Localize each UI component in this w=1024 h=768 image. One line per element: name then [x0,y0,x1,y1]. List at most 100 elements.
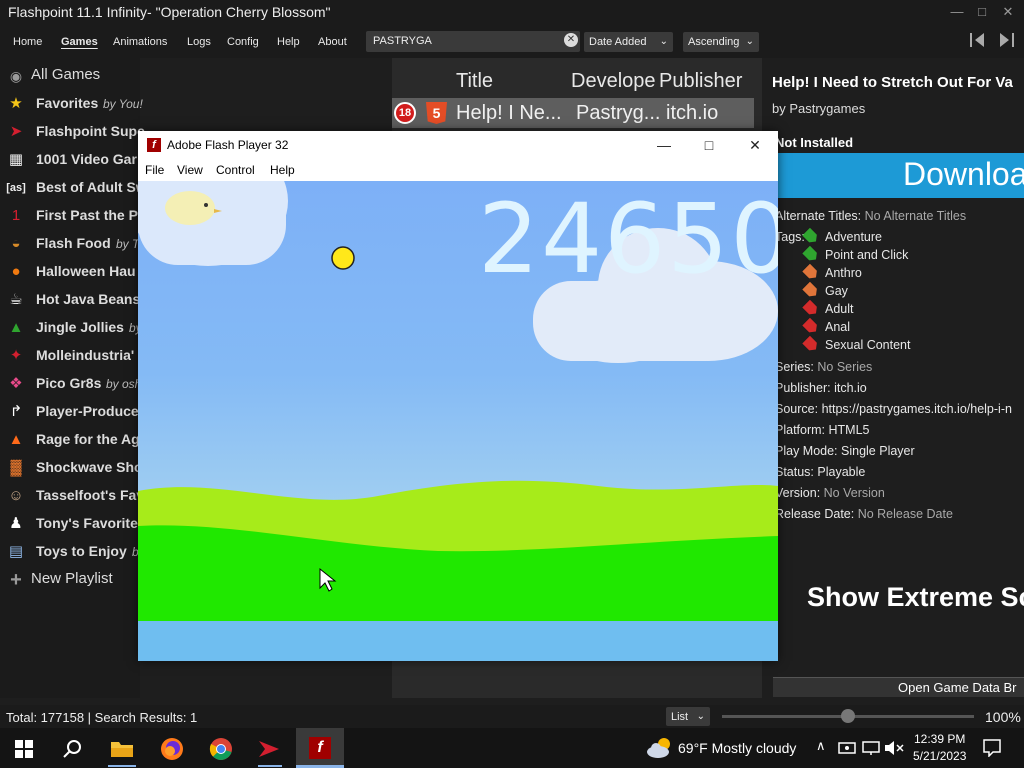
close-button[interactable]: ✕ [996,2,1020,22]
tag-label: Sexual Content [825,338,911,352]
sort-order-select[interactable]: Ascending ⌄ [683,32,759,52]
flashpoint-launcher-icon[interactable] [257,737,281,761]
column-publisher[interactable]: Publisher [659,70,744,93]
menu-games[interactable]: Games [61,36,98,48]
all-games-item[interactable]: ◉ All Games [0,62,400,90]
playlist-name: Jingle Jollies [36,319,124,335]
alternate-titles: Alternate Titles: No Alternate Titles [775,209,966,223]
detail-field: Publisher: itch.io [775,381,867,395]
playlist-name: Tony's Favorites [36,515,146,531]
weather-cloud-icon[interactable] [646,736,674,760]
tag-label: Gay [825,284,848,298]
download-button-label: Downloa [903,156,1024,192]
tags-label: Tags: [775,230,805,244]
view-mode-select[interactable]: List ⌄ [666,707,710,726]
file-explorer-icon[interactable] [110,738,134,758]
html5-icon: 5 [426,102,447,124]
detail-field-value: No Series [817,360,873,374]
pumpkin-icon: ● [11,263,21,280]
detail-field-label: Release Date: [775,507,855,521]
clear-search-icon[interactable]: ✕ [564,33,578,47]
windows-start-icon[interactable] [15,740,33,758]
detail-field: Release Date: No Release Date [775,507,953,521]
zoom-slider-handle[interactable] [841,709,855,723]
tag-label: Anal [825,320,851,334]
clock-time[interactable]: 12:39 PM [914,732,965,746]
alternate-titles-label: Alternate Titles: [775,209,862,223]
new-playlist-label: New Playlist [31,570,113,587]
chevron-down-icon: ⌄ [659,36,668,47]
detail-field: Platform: HTML5 [775,423,869,437]
column-developer[interactable]: Develope [571,70,657,93]
tree-icon: ▲ [8,319,24,336]
minimize-button[interactable]: — [945,2,969,22]
search-input-value: PASTRYGA [373,35,432,47]
detail-field-value: itch.io [834,381,867,395]
flash-menu-help[interactable]: Help [270,163,295,177]
firefox-icon[interactable] [160,737,184,761]
monitor-icon[interactable] [862,740,880,756]
detail-title: Help! I Need to Stretch Out For Va [772,74,1013,91]
tag-label: Adventure [825,230,882,244]
menu-animations[interactable]: Animations [113,36,167,48]
row-publisher: itch.io [666,102,719,124]
menu-help[interactable]: Help [277,36,300,48]
flashpoint-active-indicator [258,765,282,767]
coin-icon [331,246,355,270]
menu-config[interactable]: Config [227,36,259,48]
playlist-name: First Past the Po [36,207,147,223]
status-text: Total: 177158 | Search Results: 1 [6,710,198,725]
menu-about[interactable]: About [318,36,347,48]
flash-menu-control[interactable]: Control [216,163,255,177]
column-title[interactable]: Title [456,70,561,93]
flash-minimize-button[interactable]: — [650,134,678,156]
show-extreme-screenshots-label[interactable]: Show Extreme Sc [807,582,1024,613]
score-display: 24650 [478,183,778,295]
playlist-name: Toys to Enjoy [36,543,127,559]
detail-field: Source: https://pastrygames.itch.io/help… [775,402,1012,416]
detail-field-value: Single Player [841,444,915,458]
row-title: Help! I Ne... [456,102,562,124]
water [138,621,778,661]
detail-field-label: Platform: [775,423,826,437]
detail-field-value: https://pastrygames.itch.io/help-i-n [821,402,1012,416]
explorer-active-indicator [108,765,136,767]
as-logo-icon: [as] [6,182,26,194]
silhouette-icon: ♟ [9,515,23,532]
flash-close-button[interactable]: ✕ [741,134,769,156]
network-drive-icon[interactable] [838,740,856,756]
flashpoint-logo-icon: ➤ [9,123,23,140]
detail-field-label: Series: [775,360,814,374]
maximize-button[interactable]: □ [970,2,994,22]
weather-text[interactable]: 69°F Mostly cloudy [678,740,796,756]
menu-logs[interactable]: Logs [187,36,211,48]
flash-menu-file[interactable]: File [145,163,164,177]
space-invader-icon: ▦ [8,151,24,168]
eye-icon: ◉ [9,68,23,84]
flash-menu-view[interactable]: View [177,163,203,177]
detail-field-label: Play Mode: [775,444,838,458]
detail-field-value: No Version [823,486,885,500]
chevron-up-icon[interactable]: ∧ [816,738,826,754]
window-title: Flashpoint 11.1 Infinity- "Operation Che… [8,4,331,20]
chrome-icon[interactable] [209,737,233,761]
view-mode-value: List [671,711,689,723]
collapse-right-icon[interactable] [996,31,1016,49]
clock-date[interactable]: 5/21/2023 [913,749,966,763]
detail-field-label: Version: [775,486,821,500]
search-icon[interactable] [63,739,83,759]
sort-field-select[interactable]: Date Added ⌄ [584,32,673,52]
flash-maximize-button[interactable]: □ [695,134,723,156]
game-canvas[interactable]: 24650 [138,181,778,661]
cup-icon: ☕ [9,291,23,308]
notifications-icon[interactable] [983,739,1001,757]
playlist-name: Rage for the Ag [36,431,140,447]
blocks-icon: ▤ [8,543,24,560]
collapse-left-icon[interactable] [968,31,988,49]
detail-field: Series: No Series [775,360,872,374]
volume-muted-icon[interactable] [884,740,904,756]
playlist-item[interactable]: ★ Favorites by You! [0,90,400,118]
cloud-top-left-body [138,181,286,265]
shockwave-icon: ▓ [10,459,22,476]
menu-home[interactable]: Home [13,36,42,48]
